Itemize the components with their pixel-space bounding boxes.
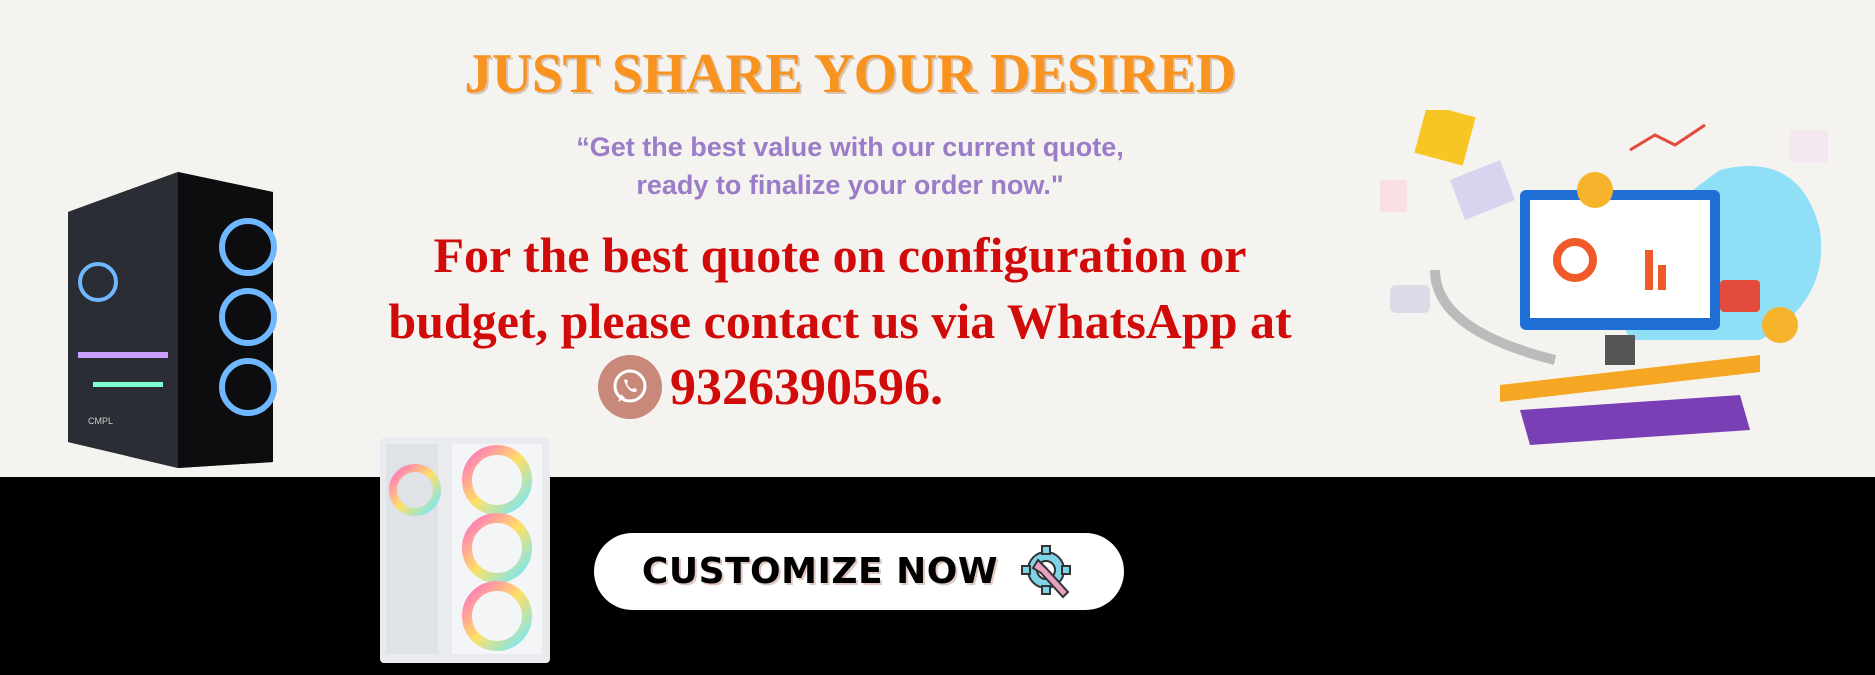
black-pc-case-image: CMPL [68, 172, 277, 468]
headline: JUST SHARE YOUR DESIRED [464, 43, 1236, 105]
contact-message: For the best quote on configuration or b… [280, 222, 1400, 354]
customize-now-button[interactable]: CUSTOMIZE NOW [594, 533, 1124, 610]
white-pc-case-image [380, 438, 550, 663]
whatsapp-icon [598, 355, 662, 419]
computer-marketing-illustration [1380, 110, 1828, 445]
contact-line-2: budget, please contact us via WhatsApp a… [388, 293, 1292, 349]
customize-now-label: CUSTOMIZE NOW [641, 551, 999, 592]
pc-brand-label: CMPL [88, 416, 113, 426]
phone-number: 9326390596. [670, 358, 943, 416]
contact-line-1: For the best quote on configuration or [433, 227, 1247, 283]
whatsapp-contact[interactable]: 9326390596. [598, 355, 943, 419]
gear-wrench-icon [1021, 544, 1072, 598]
